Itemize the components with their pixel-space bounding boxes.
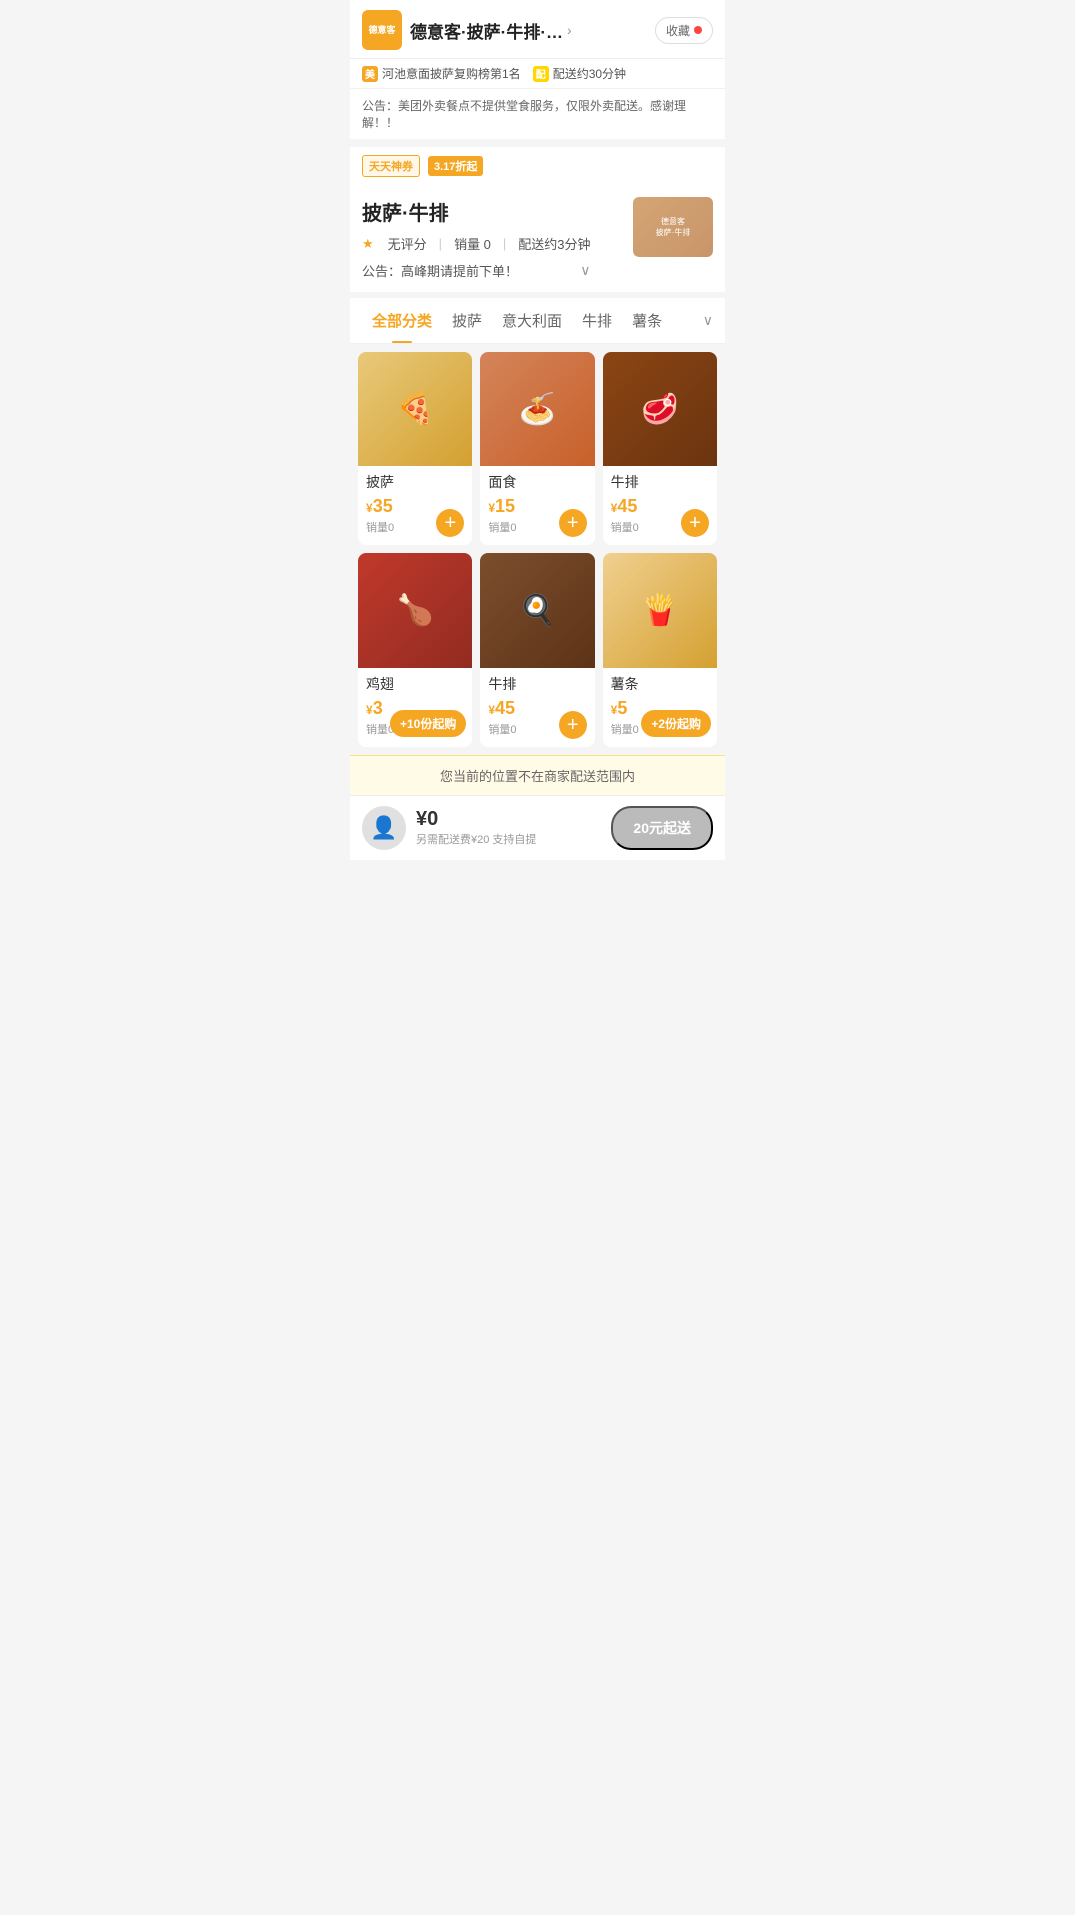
cart-note: 另需配送费¥20 支持自提 xyxy=(416,831,611,847)
badge-text-delivery: 配送约30分钟 xyxy=(553,65,626,82)
restaurant-rating: 无评分 xyxy=(388,234,427,253)
star-icon: ★ xyxy=(362,236,374,252)
steak2-image-inner: 🍳 xyxy=(480,553,594,667)
restaurant-info: 披萨·牛排 ★ 无评分 | 销量 0 | 配送约3分钟 公告：高峰期请提前下单！… xyxy=(350,185,725,292)
add-button-steak2[interactable]: + xyxy=(559,711,587,739)
top-header: 德意客 德意客·披萨·牛排·… › 收藏 xyxy=(350,0,725,59)
tab-steak[interactable]: 牛排 xyxy=(572,298,622,343)
product-grid: 🍕 披萨 ¥35 销量0 + 🍝 面食 ¥15 销量0 + 🥩 牛排 ¥45 销… xyxy=(350,344,725,755)
discount-tag[interactable]: 3.17折起 xyxy=(428,156,483,176)
product-card-steak1: 🥩 牛排 ¥45 销量0 + xyxy=(603,352,717,545)
collect-dot-icon xyxy=(694,26,702,34)
checkout-button[interactable]: 20元起送 xyxy=(611,806,713,850)
bottom-bar: 👤 ¥0 另需配送费¥20 支持自提 20元起送 xyxy=(350,795,725,860)
restaurant-sales: 销量 0 xyxy=(454,234,491,253)
announcement-row[interactable]: 公告：高峰期请提前下单！ ∨ xyxy=(362,261,591,280)
product-image-steak2[interactable]: 🍳 xyxy=(480,553,594,667)
tab-fries[interactable]: 薯条 xyxy=(622,298,672,343)
product-card-pasta: 🍝 面食 ¥15 销量0 + xyxy=(480,352,594,545)
cart-info: ¥0 另需配送费¥20 支持自提 xyxy=(416,808,611,847)
add-button-chicken[interactable]: +10份起购 xyxy=(390,710,466,737)
tab-more-icon[interactable]: ∨ xyxy=(695,300,713,341)
tab-pizza[interactable]: 披萨 xyxy=(442,298,492,343)
add-button-fries[interactable]: +2份起购 xyxy=(641,710,711,737)
product-image-fries[interactable]: 🍟 xyxy=(603,553,717,667)
product-card-pizza: 🍕 披萨 ¥35 销量0 + xyxy=(358,352,472,545)
fries-image-inner: 🍟 xyxy=(603,553,717,667)
delivery-warning-text: 您当前的位置不在商家配送范围内 xyxy=(440,769,635,784)
steak1-image-inner: 🥩 xyxy=(603,352,717,466)
category-tabs: 全部分类 披萨 意大利面 牛排 薯条 ∨ xyxy=(350,298,725,344)
header-arrow-icon[interactable]: › xyxy=(567,22,572,38)
header-left: 德意客 德意客·披萨·牛排·… › xyxy=(362,10,655,50)
coupon-tag-daily[interactable]: 天天神券 xyxy=(362,155,420,177)
restaurant-delivery-time: 配送约3分钟 xyxy=(518,234,590,253)
notice-text: 公告：美团外卖餐点不提供堂食服务，仅限外卖配送。感谢理解！！ xyxy=(362,99,686,130)
product-card-fries: 🍟 薯条 ¥5 销量0 +2份起购 xyxy=(603,553,717,746)
badge-item-delivery: 配 配送约30分钟 xyxy=(533,65,626,82)
delivery-warning-bar: 您当前的位置不在商家配送范围内 xyxy=(350,755,725,795)
notice-bar: 公告：美团外卖餐点不提供堂食服务，仅限外卖配送。感谢理解！！ xyxy=(350,89,725,147)
chevron-down-icon[interactable]: ∨ xyxy=(580,262,590,279)
pasta-image-inner: 🍝 xyxy=(480,352,594,466)
product-image-chicken[interactable]: 🍗 xyxy=(358,553,472,667)
product-name-steak1: 牛排 xyxy=(611,472,709,492)
separator-1: | xyxy=(439,236,442,251)
tab-all-categories[interactable]: 全部分类 xyxy=(362,298,442,343)
tab-pasta[interactable]: 意大利面 xyxy=(492,298,572,343)
product-name-fries: 薯条 xyxy=(611,674,709,694)
restaurant-details: 披萨·牛排 ★ 无评分 | 销量 0 | 配送约3分钟 公告：高峰期请提前下单！… xyxy=(362,197,591,280)
badge-item-ranking: 美 河池意面披萨复购榜第1名 xyxy=(362,65,521,82)
bottom-safe-area xyxy=(350,860,725,890)
product-image-pasta[interactable]: 🍝 xyxy=(480,352,594,466)
collect-button[interactable]: 收藏 xyxy=(655,17,713,44)
cart-avatar-icon[interactable]: 👤 xyxy=(362,806,406,850)
badges-row: 美 河池意面披萨复购榜第1名 配 配送约30分钟 xyxy=(350,59,725,89)
collect-label: 收藏 xyxy=(666,22,690,39)
cart-price: ¥0 xyxy=(416,808,611,831)
product-name-steak2: 牛排 xyxy=(488,674,586,694)
product-image-pizza[interactable]: 🍕 xyxy=(358,352,472,466)
restaurant-stats: ★ 无评分 | 销量 0 | 配送约3分钟 xyxy=(362,234,591,253)
checkout-label: 20元起送 xyxy=(633,820,691,836)
thumbnail-image: 德意客披萨·牛排 xyxy=(633,197,713,257)
product-name-pizza: 披萨 xyxy=(366,472,464,492)
coupon-row[interactable]: 天天神券 3.17折起 xyxy=(350,147,725,185)
product-image-steak1[interactable]: 🥩 xyxy=(603,352,717,466)
separator-2: | xyxy=(503,236,506,251)
add-button-pasta[interactable]: + xyxy=(559,509,587,537)
badge-icon-delivery: 配 xyxy=(533,66,549,82)
product-card-steak2: 🍳 牛排 ¥45 销量0 + xyxy=(480,553,594,746)
product-card-chicken: 🍗 鸡翅 ¥3 销量0 +10份起购 xyxy=(358,553,472,746)
restaurant-header-title: 德意客·披萨·牛排·… xyxy=(410,18,563,43)
restaurant-logo: 德意客 xyxy=(362,10,402,50)
product-name-chicken: 鸡翅 xyxy=(366,674,464,694)
avatar-icon: 👤 xyxy=(370,815,397,841)
pizza-image-inner: 🍕 xyxy=(358,352,472,466)
restaurant-thumbnail[interactable]: 德意客披萨·牛排 xyxy=(633,197,713,257)
product-name-pasta: 面食 xyxy=(488,472,586,492)
chicken-image-inner: 🍗 xyxy=(358,553,472,667)
badge-icon-ranking: 美 xyxy=(362,66,378,82)
badge-text-ranking: 河池意面披萨复购榜第1名 xyxy=(382,65,521,82)
restaurant-name: 披萨·牛排 xyxy=(362,197,591,226)
announcement-text: 公告：高峰期请提前下单！ xyxy=(362,261,518,280)
